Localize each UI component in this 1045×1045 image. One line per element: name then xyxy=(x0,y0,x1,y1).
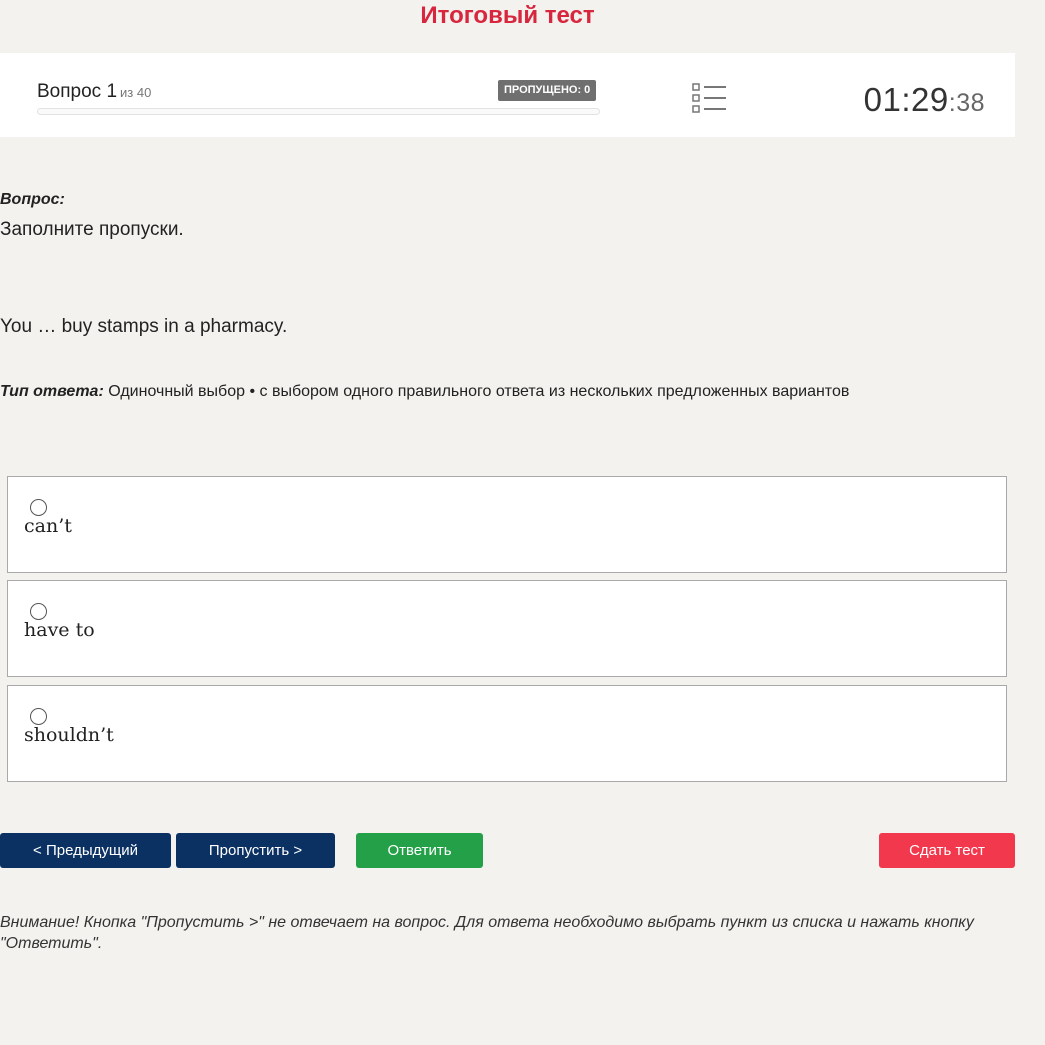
question-header: Вопрос 1 из 40 ПРОПУЩЕНО: 0 01:29:38 xyxy=(0,53,1015,137)
skip-button[interactable]: Пропустить > xyxy=(176,833,335,868)
answer-type: Тип ответа: Одиночный выбор • с выбором … xyxy=(0,383,849,401)
radio-button[interactable] xyxy=(30,708,47,725)
answer-type-value: Одиночный выбор • с выбором одного прави… xyxy=(108,383,850,400)
question-list-icon xyxy=(692,83,726,113)
previous-button[interactable]: < Предыдущий xyxy=(0,833,171,868)
answer-button[interactable]: Ответить xyxy=(356,833,483,868)
question-number: Вопрос 1 xyxy=(37,81,118,102)
radio-button[interactable] xyxy=(30,499,47,516)
page-title: Итоговый тест xyxy=(420,2,595,29)
option-text: shouldn’t xyxy=(24,724,114,746)
progress-bar xyxy=(37,108,600,115)
question-total: из 40 xyxy=(120,85,152,100)
timer: 01:29:38 xyxy=(864,81,985,119)
list-icon[interactable] xyxy=(692,83,726,113)
answer-option[interactable]: can’t xyxy=(7,476,1007,573)
warning-note: Внимание! Кнопка "Пропустить >" не отвеч… xyxy=(0,914,974,952)
answer-option[interactable]: have to xyxy=(7,580,1007,677)
answer-type-label: Тип ответа: xyxy=(0,383,104,400)
option-text: have to xyxy=(24,619,95,641)
radio-button[interactable] xyxy=(30,603,47,620)
timer-main: 01:29 xyxy=(863,81,949,118)
submit-test-button[interactable]: Сдать тест xyxy=(879,833,1015,868)
answer-option[interactable]: shouldn’t xyxy=(7,685,1007,782)
question-counter: Вопрос 1 из 40 xyxy=(37,81,151,103)
test-page: Итоговый тест Вопрос 1 из 40 ПРОПУЩЕНО: 0… xyxy=(0,0,1045,1045)
question-sentence: You … buy stamps in a pharmacy. xyxy=(0,316,288,337)
timer-seconds: 38 xyxy=(956,89,985,117)
option-text: can’t xyxy=(24,515,72,537)
skipped-badge: ПРОПУЩЕНО: 0 xyxy=(498,80,597,101)
question-label: Вопрос: xyxy=(0,191,65,208)
question-instruction: Заполните пропуски. xyxy=(0,219,184,240)
